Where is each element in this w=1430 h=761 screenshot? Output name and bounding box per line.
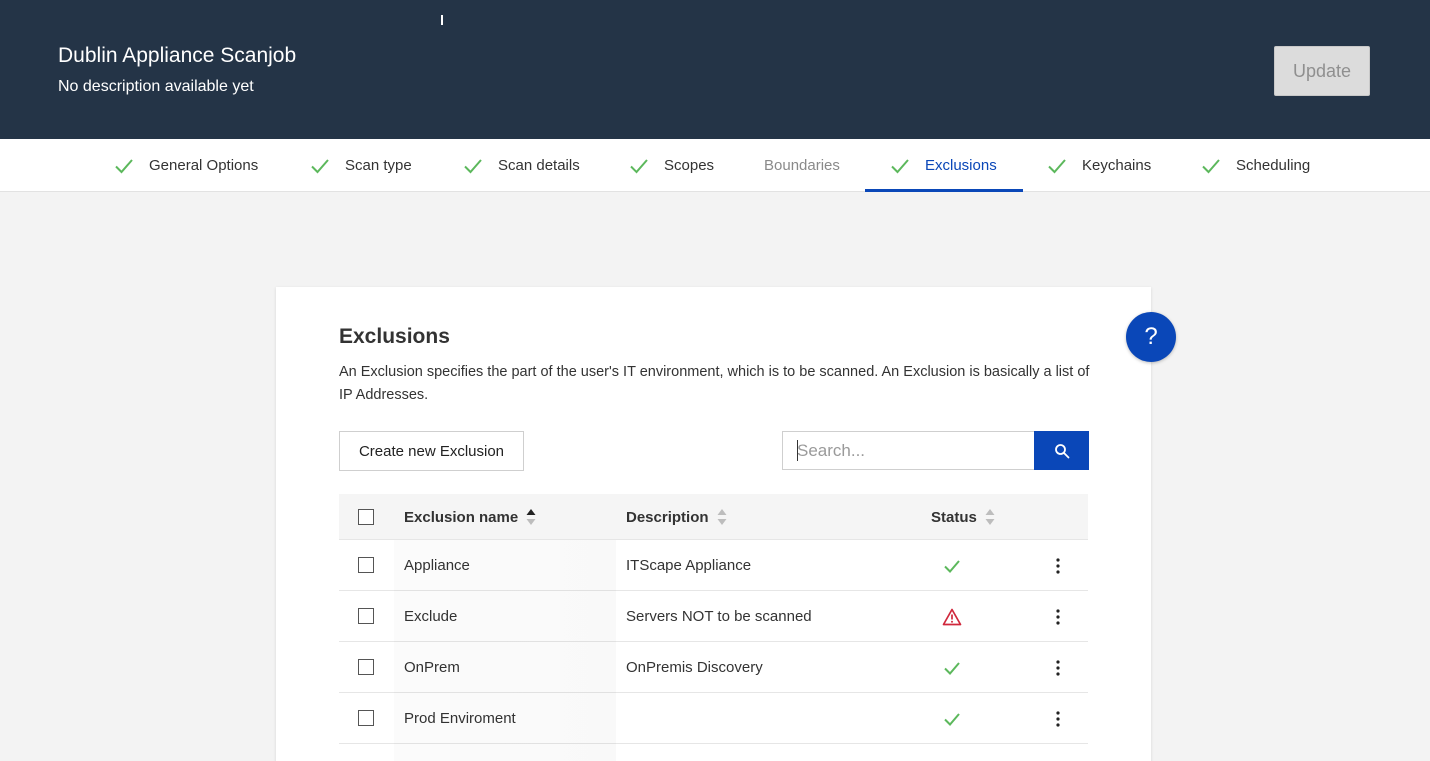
tab-exclusions[interactable]: Exclusions bbox=[890, 139, 997, 192]
search-input[interactable] bbox=[782, 431, 1034, 470]
search-icon bbox=[1054, 443, 1069, 458]
tab-label: General Options bbox=[149, 157, 259, 174]
exclusions-description: An Exclusion specifies the part of the u… bbox=[339, 364, 1090, 403]
tab-label: Scheduling bbox=[1236, 157, 1311, 174]
status-ok-check-icon bbox=[944, 662, 960, 675]
tab-scopes[interactable]: Scopes bbox=[629, 139, 714, 192]
search-caret bbox=[797, 440, 798, 461]
help-button[interactable]: ? bbox=[1126, 312, 1176, 362]
active-tab-indicator bbox=[865, 189, 1023, 192]
check-icon bbox=[630, 158, 648, 173]
more-vertical-icon bbox=[1056, 558, 1060, 574]
select-all-checkbox[interactable] bbox=[358, 509, 374, 525]
update-button[interactable]: Update bbox=[1274, 46, 1370, 96]
check-icon bbox=[311, 158, 329, 173]
status-ok-check-icon bbox=[944, 713, 960, 726]
tab-scheduling[interactable]: Scheduling bbox=[1201, 139, 1310, 192]
status-warning-icon bbox=[942, 608, 962, 626]
table-row[interactable]: OnPrem OnPremis Discovery bbox=[339, 642, 1088, 693]
exclusions-card: Exclusions An Exclusion specifies the pa… bbox=[276, 287, 1151, 761]
column-header-name[interactable]: Exclusion name bbox=[404, 494, 536, 540]
exclusion-name-cell: Exclude bbox=[404, 608, 458, 625]
column-label: Status bbox=[931, 508, 977, 526]
check-icon bbox=[1048, 158, 1066, 173]
tab-label: Keychains bbox=[1082, 157, 1152, 174]
exclusions-table: Exclusion name Description Status Applia… bbox=[339, 494, 1088, 761]
status-ok-check-icon bbox=[944, 560, 960, 573]
row-checkbox[interactable] bbox=[358, 710, 374, 726]
text-cursor-mark bbox=[441, 15, 443, 25]
tab-scan-details[interactable]: Scan details bbox=[463, 139, 580, 192]
tab-label: Exclusions bbox=[925, 157, 997, 174]
table-row[interactable]: Appliance ITScape Appliance bbox=[339, 540, 1088, 591]
tab-label: Boundaries bbox=[764, 157, 840, 174]
check-icon bbox=[464, 158, 482, 173]
tab-label: Scan type bbox=[345, 157, 412, 174]
sort-ascending-icon bbox=[526, 509, 536, 525]
exclusion-name-cell: Appliance bbox=[404, 557, 470, 574]
sort-icon bbox=[985, 509, 995, 525]
more-vertical-icon bbox=[1056, 660, 1060, 676]
sort-icon bbox=[717, 509, 727, 525]
wizard-tabs: General Options Scan type Scan details S… bbox=[0, 139, 1430, 192]
column-label: Description bbox=[626, 508, 709, 526]
row-actions-menu[interactable] bbox=[1046, 706, 1070, 732]
column-label: Exclusion name bbox=[404, 508, 519, 526]
scanjob-title: Dublin Appliance Scanjob bbox=[58, 44, 297, 67]
column-header-status[interactable]: Status bbox=[931, 494, 995, 540]
row-checkbox[interactable] bbox=[358, 608, 374, 624]
row-checkbox[interactable] bbox=[358, 659, 374, 675]
tab-scan-type[interactable]: Scan type bbox=[310, 139, 412, 192]
search-button[interactable] bbox=[1034, 431, 1089, 470]
exclusions-title: Exclusions bbox=[339, 325, 450, 348]
tab-general-options[interactable]: General Options bbox=[114, 139, 258, 192]
create-exclusion-button[interactable]: Create new Exclusion bbox=[339, 431, 524, 471]
more-vertical-icon bbox=[1056, 609, 1060, 625]
exclusion-description-cell: Servers NOT to be scanned bbox=[626, 608, 812, 625]
more-vertical-icon bbox=[1056, 711, 1060, 727]
check-icon bbox=[1202, 158, 1220, 173]
check-icon bbox=[115, 158, 133, 173]
row-actions-menu[interactable] bbox=[1046, 604, 1070, 630]
scanjob-description: No description available yet bbox=[58, 78, 254, 95]
tab-keychains[interactable]: Keychains bbox=[1047, 139, 1151, 192]
tab-boundaries[interactable]: Boundaries bbox=[764, 139, 840, 192]
row-checkbox[interactable] bbox=[358, 557, 374, 573]
exclusion-description-cell: ITScape Appliance bbox=[626, 557, 752, 574]
table-row[interactable]: Prod Enviroment bbox=[339, 693, 1088, 744]
row-actions-menu[interactable] bbox=[1046, 655, 1070, 681]
column-header-description[interactable]: Description bbox=[626, 494, 727, 540]
scanjob-header: Dublin Appliance Scanjob No description … bbox=[0, 0, 1430, 139]
tab-label: Scan details bbox=[498, 157, 580, 174]
check-icon bbox=[891, 158, 909, 173]
exclusion-name-cell: Prod Enviroment bbox=[404, 710, 516, 727]
tab-label: Scopes bbox=[664, 157, 715, 174]
exclusion-name-cell: OnPrem bbox=[404, 659, 460, 676]
table-row[interactable]: Exclude Servers NOT to be scanned bbox=[339, 591, 1088, 642]
exclusion-description-cell: OnPremis Discovery bbox=[626, 659, 763, 676]
row-actions-menu[interactable] bbox=[1046, 553, 1070, 579]
table-row[interactable] bbox=[339, 744, 1088, 761]
table-header: Exclusion name Description Status bbox=[339, 494, 1088, 540]
